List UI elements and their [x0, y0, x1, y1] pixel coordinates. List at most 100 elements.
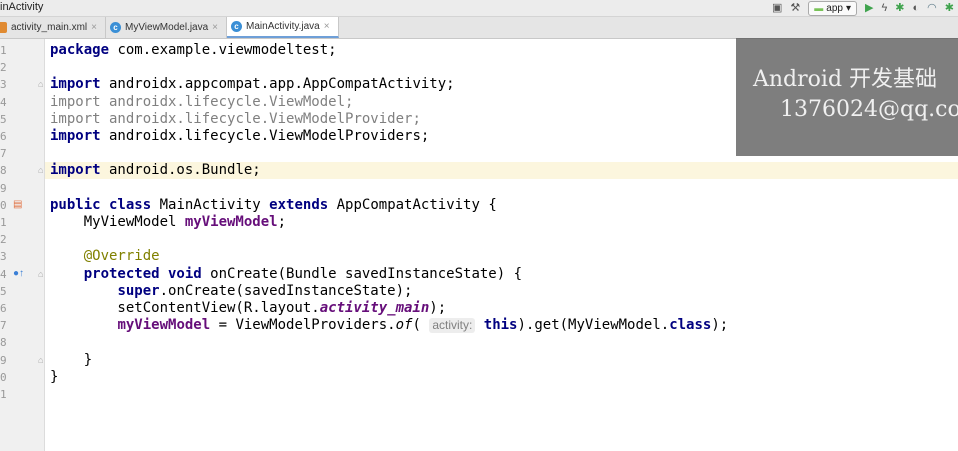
- code-line[interactable]: @Override: [45, 248, 958, 265]
- code-token: MainActivity: [151, 196, 270, 213]
- code-token: androidx.appcompat.app.AppCompatActivity…: [100, 76, 455, 93]
- code-token: );: [711, 317, 729, 334]
- code-token: MyViewModel: [50, 214, 185, 230]
- line-number: 8: [0, 336, 7, 350]
- code-line[interactable]: myViewModel = ViewModelProviders.of( act…: [45, 317, 958, 334]
- code-token: ;: [277, 214, 287, 230]
- line-number: 4: [0, 267, 7, 281]
- code-text: protected void onCreate(Bundle savedInst…: [50, 266, 522, 283]
- code-token: }: [50, 351, 93, 368]
- editor-gutter[interactable]: 1 2 3 4 5 6 7 8 9 0 1 2 3 4 5 6 7 8 9 0 1 ⌂ ⌂ ⌂ ⌂ ▤ ●↑: [0, 39, 45, 451]
- class-icon: c: [109, 22, 121, 33]
- line-number: 4: [0, 95, 7, 109]
- code-text: myViewModel = ViewModelProviders.of( act…: [50, 317, 728, 334]
- line-number: 9: [0, 181, 7, 195]
- tab-mainactivity-java[interactable]: c MainActivity.java ×: [227, 17, 339, 38]
- watermark-line-1: Android 开发基础: [753, 67, 938, 92]
- line-number: 6: [0, 302, 7, 315]
- line-number: 7: [0, 319, 7, 333]
- code-line[interactable]: import android.os.Bundle;: [45, 162, 958, 180]
- override-method-icon[interactable]: ●↑: [13, 268, 24, 279]
- debug-attach-icon[interactable]: ✱: [945, 1, 954, 15]
- tab-label: activity_main.xml: [11, 22, 88, 33]
- run-icon[interactable]: ▶: [865, 1, 873, 15]
- close-icon[interactable]: ×: [91, 22, 97, 33]
- line-number: 8: [0, 164, 7, 178]
- code-token: AppCompatActivity {: [328, 196, 497, 213]
- code-token: extends: [269, 196, 329, 213]
- code-token: @Override: [83, 248, 160, 265]
- parameter-hint: activity:: [429, 318, 476, 334]
- code-token: activity_main: [319, 300, 430, 316]
- close-icon[interactable]: ×: [324, 21, 330, 32]
- watermark-line-2: 1376024@qq.com: [780, 97, 958, 122]
- code-text: import androidx.lifecycle.ViewModelProvi…: [50, 111, 421, 128]
- apply-changes-icon[interactable]: ϟ: [881, 1, 887, 15]
- editor-tab-bar: activity_main.xml × c MyViewModel.java × c Mai…: [0, 17, 958, 39]
- attach-debugger-icon[interactable]: ◠: [927, 1, 937, 15]
- code-text: package com.example.viewmodeltest;: [50, 42, 337, 59]
- line-number: 3: [0, 250, 7, 264]
- line-number: 2: [0, 233, 7, 247]
- code-token: );: [429, 300, 447, 316]
- code-token: androidx.lifecycle.ViewModelProviders;: [100, 128, 430, 144]
- watermark: Android 开发基础 1376024@qq.com: [736, 38, 958, 156]
- window-title: inActivity: [0, 1, 44, 13]
- code-text: @Override: [50, 248, 160, 265]
- code-token: import: [50, 162, 101, 179]
- activity-layout-icon[interactable]: ▤: [13, 199, 22, 210]
- code-token: myViewModel: [117, 317, 211, 334]
- code-text: public class MainActivity extends AppCom…: [50, 197, 497, 214]
- code-token: androidx.lifecycle.ViewModelProvider;: [100, 110, 421, 127]
- tab-activity-main-xml[interactable]: activity_main.xml ×: [0, 17, 106, 38]
- code-line[interactable]: [45, 386, 958, 403]
- code-line[interactable]: }: [45, 369, 958, 386]
- code-line[interactable]: super.onCreate(savedInstanceState);: [45, 283, 958, 300]
- code-text: import androidx.lifecycle.ViewModel;: [50, 94, 353, 111]
- debug-icon[interactable]: ✱: [895, 1, 904, 15]
- build-hammer-icon[interactable]: ⚒: [790, 1, 800, 15]
- code-line[interactable]: public class MainActivity extends AppCom…: [45, 197, 958, 214]
- title-bar: inActivity ▣ ⚒ ▬ app ▾ ▶ ϟ ✱ ◐ ◠ ✱: [0, 0, 958, 17]
- code-line[interactable]: protected void onCreate(Bundle savedInst…: [45, 266, 958, 283]
- run-configuration-dropdown[interactable]: ▬ app ▾: [808, 0, 857, 16]
- line-number: 2: [0, 61, 7, 75]
- run-configuration-label: app: [826, 2, 843, 14]
- main-toolbar: ▣ ⚒ ▬ app ▾ ▶ ϟ ✱ ◐ ◠ ✱: [772, 0, 958, 16]
- code-line[interactable]: }: [45, 352, 958, 369]
- code-line[interactable]: MyViewModel myViewModel;: [45, 214, 958, 231]
- line-number: 9: [0, 353, 7, 367]
- code-line[interactable]: [45, 334, 958, 351]
- code-token: super: [117, 282, 160, 299]
- code-token: .onCreate(savedInstanceState);: [159, 282, 413, 299]
- line-number: 6: [0, 130, 7, 143]
- tab-label: MyViewModel.java: [124, 22, 209, 33]
- tab-myviewmodel-java[interactable]: c MyViewModel.java ×: [106, 17, 228, 38]
- code-token: (: [412, 317, 430, 334]
- line-number: 5: [0, 112, 7, 126]
- code-token: androidx.lifecycle.ViewModel;: [100, 93, 354, 110]
- code-token: import: [50, 93, 101, 110]
- chevron-down-icon: ▾: [845, 2, 851, 14]
- line-number: 3: [0, 78, 7, 92]
- layout-icon[interactable]: ▣: [772, 1, 782, 15]
- code-line[interactable]: [45, 180, 958, 197]
- code-text: import androidx.appcompat.app.AppCompatA…: [50, 76, 455, 93]
- code-line[interactable]: [45, 231, 958, 248]
- line-number: 5: [0, 284, 7, 298]
- code-line[interactable]: setContentView(R.layout.activity_main);: [45, 300, 958, 317]
- code-token: import: [50, 110, 101, 127]
- code-token: android.os.Bundle;: [100, 162, 261, 179]
- profile-icon[interactable]: ◐: [913, 1, 920, 15]
- code-text: import androidx.lifecycle.ViewModelProvi…: [50, 128, 429, 145]
- code-token: myViewModel: [184, 214, 278, 230]
- close-icon[interactable]: ×: [212, 22, 218, 33]
- line-number: 1: [0, 44, 7, 57]
- code-token: ).get(MyViewModel.: [517, 317, 670, 334]
- code-token: }: [50, 368, 59, 385]
